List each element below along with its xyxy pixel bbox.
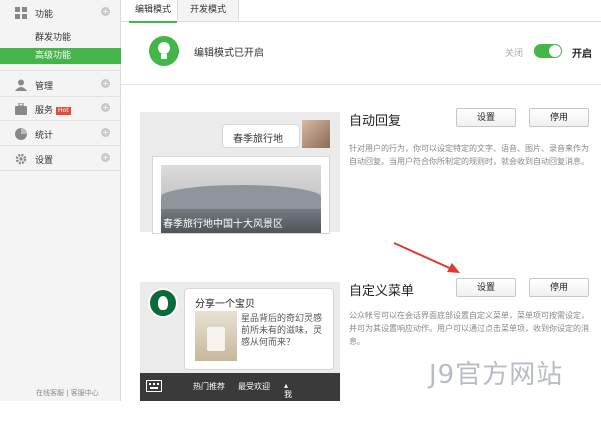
custom-menu-description: 公众帐号可以在会话界面底部设置自定义菜单，菜单项可按需设定，并可为其设置响应动作… xyxy=(349,311,589,346)
auto-reply-title: 自动回复 xyxy=(349,114,402,129)
grid-icon xyxy=(15,7,27,19)
brand-logo xyxy=(148,288,178,318)
auto-reply-disable-button[interactable]: 停用 xyxy=(529,108,589,127)
article-caption: 春季旅行地中国十大风景区 xyxy=(163,219,283,230)
nav-group-label: 管理 xyxy=(35,82,54,92)
nav-group-manage[interactable]: 管理 + xyxy=(0,74,121,96)
message-bubble: 春季旅行地 xyxy=(222,124,300,148)
mode-status-text: 编辑模式已开启 xyxy=(194,48,264,59)
divider xyxy=(0,170,121,171)
divider xyxy=(0,96,121,97)
nav-group-settings[interactable]: 设置 + xyxy=(0,148,121,170)
custom-menu-bar: 热门推荐 最受欢迎 我的收藏 ▴ xyxy=(140,373,340,432)
lightbulb-icon xyxy=(149,36,179,66)
plus-icon[interactable]: + xyxy=(101,103,110,112)
plus-icon[interactable]: + xyxy=(101,7,110,16)
toggle-knob xyxy=(549,45,561,57)
auto-reply-description: 针对用户的行为，你可以设定特定的文字、语音、图片、录音来作为自动回复。当用户符合… xyxy=(349,144,589,166)
article-thumbnail xyxy=(195,311,237,361)
tab-edit-mode[interactable]: 编辑模式 xyxy=(129,0,177,23)
sidebar-item-broadcast[interactable]: 群发功能 xyxy=(0,30,121,46)
menu-item-popular[interactable]: 最受欢迎 xyxy=(238,381,270,392)
mode-tabs: 编辑模式 开发模式 xyxy=(121,0,601,23)
toggle-off-label: 关闭 xyxy=(505,49,524,59)
article-card: 分享一个宝贝 星品背后的奇幻灵感前所未有的滋味，灵感从何而来？ xyxy=(184,288,334,370)
pie-chart-icon xyxy=(15,128,27,140)
plus-icon[interactable]: + xyxy=(101,128,110,137)
keyboard-icon[interactable] xyxy=(146,380,162,392)
nav-group-label: 统计 xyxy=(35,131,54,141)
sidebar-item-advanced[interactable]: 高级功能 xyxy=(0,48,121,64)
menu-item-hot[interactable]: 热门推荐 xyxy=(193,381,225,392)
hot-badge: Hot xyxy=(56,106,71,115)
plus-icon[interactable]: + xyxy=(101,153,110,162)
tab-developer-mode[interactable]: 开发模式 xyxy=(177,0,239,21)
auto-reply-settings-button[interactable]: 设置 xyxy=(456,108,516,127)
nav-group-service[interactable]: 服务 Hot + xyxy=(0,98,121,120)
edit-mode-toggle[interactable] xyxy=(534,44,562,58)
nav-group-label: 功能 xyxy=(35,10,54,20)
plus-icon[interactable]: + xyxy=(101,79,110,88)
briefcase-icon xyxy=(15,103,27,115)
custom-menu-disable-button[interactable]: 停用 xyxy=(529,278,589,297)
auto-reply-preview: 春季旅行地 春季旅行地中国十大风景区 xyxy=(140,112,340,234)
divider xyxy=(0,120,121,121)
sidebar-item-label: 群发功能 xyxy=(35,33,72,43)
divider xyxy=(0,145,121,146)
user-avatar xyxy=(302,120,330,148)
nav-group-label: 设置 xyxy=(35,156,54,166)
divider xyxy=(0,70,121,71)
nav-group-features[interactable]: 功能 + xyxy=(0,2,121,24)
sidebar: 功能 + 群发功能 高级功能 管理 + 服务 Hot + 统计 + 设置 + 在线… xyxy=(0,0,121,401)
red-arrow-annotation xyxy=(393,242,460,273)
toggle-on-label: 开启 xyxy=(572,49,592,60)
article-card: 春季旅行地中国十大风景区 xyxy=(152,156,330,234)
nav-group-stats[interactable]: 统计 + xyxy=(0,123,121,145)
bubble-text: 春季旅行地 xyxy=(233,134,283,145)
gear-icon xyxy=(15,153,27,165)
mode-banner: 编辑模式已开启 关闭 开启 xyxy=(121,22,601,85)
watermark: J9官方网站 xyxy=(429,360,564,390)
article-summary: 星品背后的奇幻灵感前所未有的滋味，灵感从何而来？ xyxy=(241,314,323,348)
article-title: 分享一个宝贝 xyxy=(195,299,255,310)
sidebar-footer-links[interactable]: 在线客服 | 客服中心 xyxy=(36,388,99,398)
user-icon xyxy=(15,79,27,91)
custom-menu-title: 自定义菜单 xyxy=(349,284,415,299)
sidebar-item-label: 高级功能 xyxy=(35,51,72,61)
article-image: 春季旅行地中国十大风景区 xyxy=(161,165,321,233)
menu-item-favorites[interactable]: 我的收藏 ▴ xyxy=(284,381,292,432)
custom-menu-settings-button[interactable]: 设置 xyxy=(456,278,516,297)
nav-group-label: 服务 Hot xyxy=(35,106,71,116)
